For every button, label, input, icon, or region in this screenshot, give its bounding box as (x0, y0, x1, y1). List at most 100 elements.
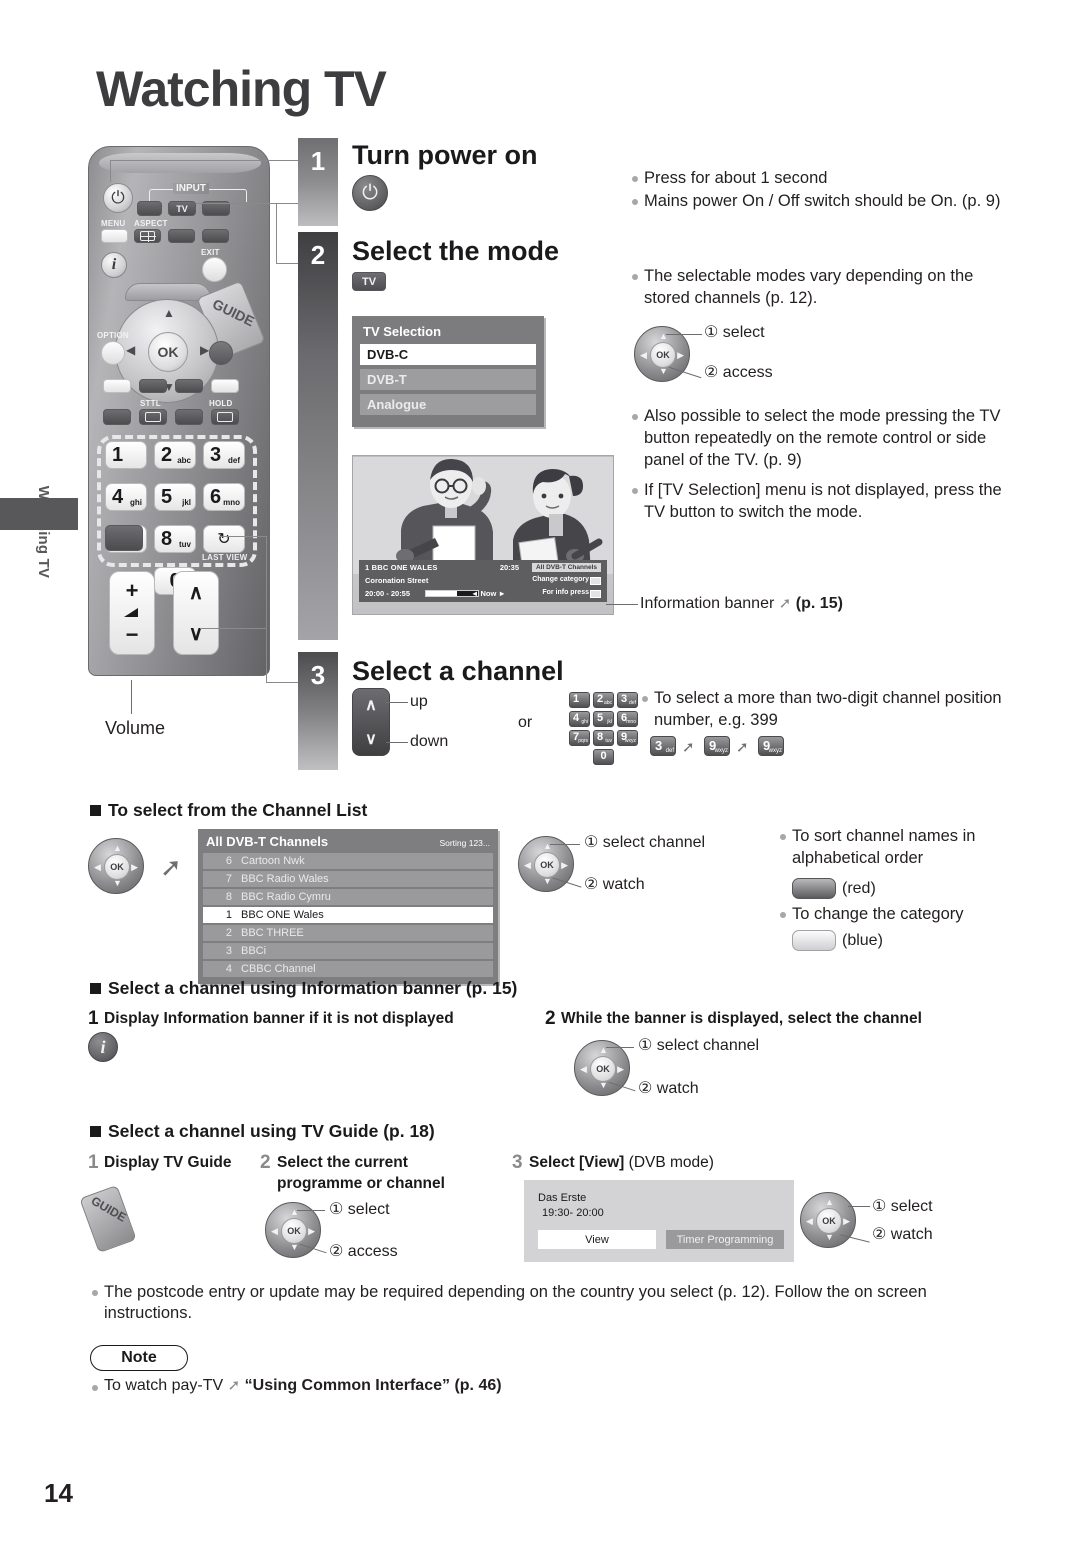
tv-selection-option-dvbt[interactable]: DVB-T (360, 369, 536, 390)
channel-list-tip-0: To sort channel names in alphabetical or… (778, 826, 993, 871)
step-2-bullet-b1: If [TV Selection] menu is not displayed,… (630, 480, 1022, 524)
ok-button[interactable]: OK (148, 332, 188, 372)
ok-button-graphic: OK (534, 852, 560, 878)
remote-button-d3[interactable] (175, 409, 203, 425)
ok-button-graphic: OK (816, 1208, 842, 1234)
numkey-2[interactable]: 2 abc (154, 441, 196, 469)
volume-rocker[interactable]: + − (109, 571, 155, 655)
option-button[interactable] (101, 341, 125, 365)
banner-row-2: Coronation Street Change category (363, 576, 603, 587)
cl-dial-line-select (550, 844, 580, 845)
tv-button[interactable]: TV (168, 201, 196, 216)
channel-row[interactable]: 6 Cartoon Nwk (203, 853, 493, 869)
dpad-up-icon[interactable]: ▲ (163, 306, 175, 320)
tv-guide-section-heading-text: Select a channel using TV Guide (p. 18) (108, 1121, 435, 1141)
info-glyph: i (100, 1036, 106, 1057)
dial-line-select-s2 (666, 334, 702, 335)
channel-row[interactable]: 2 BBC THREE (203, 925, 493, 941)
info-button[interactable]: i (101, 252, 127, 278)
remote-button-d1[interactable] (103, 409, 131, 425)
channel-row[interactable]: 3 BBCi (203, 943, 493, 959)
tv-selection-option-analogue[interactable]: Analogue (360, 394, 536, 415)
step-1-title: Turn power on (352, 140, 538, 170)
tv-guide-section-heading: Select a channel using TV Guide (p. 18) (90, 1121, 435, 1142)
dpad-left-icon: ◀ (94, 862, 101, 872)
colour-button-4[interactable] (211, 379, 239, 393)
info-banner-step-2-number: 2 (545, 1008, 556, 1029)
minikey-9-sub: wxyz (624, 738, 636, 744)
blue-colour-button-label: (blue) (842, 932, 883, 949)
last-view-button[interactable]: ↻ (203, 525, 245, 553)
power-icon-large: ⏻ (352, 175, 388, 211)
postcode-note: The postcode entry or update may be requ… (90, 1282, 990, 1326)
dpad-right-icon: ▶ (617, 1064, 624, 1074)
numkey-1[interactable]: 1 (105, 441, 147, 469)
blue-colour-button[interactable] (792, 930, 836, 951)
tv-mode-chip: TV (352, 272, 386, 291)
dpad-up-icon: ▲ (113, 843, 122, 853)
tv-guide-dial-access: ② access (329, 1243, 398, 1260)
minikey-8-sub: tuv (605, 738, 612, 744)
channel-rocker[interactable]: ∧ ∨ (173, 571, 219, 655)
channel-down-icon[interactable]: ∨ (174, 621, 218, 646)
tv-guide-timer-button[interactable]: Timer Programming (666, 1230, 784, 1249)
colour-button-2[interactable] (139, 379, 167, 393)
dpad-left-icon: ◀ (271, 1226, 278, 1236)
dpad-left-icon[interactable]: ◀ (126, 343, 135, 357)
example-key-3-sub: def (665, 748, 674, 754)
colour-button-3[interactable] (175, 379, 203, 393)
dpad-right-icon[interactable]: ▶ (200, 343, 209, 357)
info-banner-dial-watch: ② watch (638, 1080, 699, 1097)
numkey-4[interactable]: 4 ghi (105, 483, 147, 511)
volume-leader-line (131, 680, 132, 714)
tv-selection-option-dvbc[interactable]: DVB-C (360, 344, 536, 365)
return-button[interactable] (209, 341, 233, 365)
volume-caption: Volume (105, 718, 166, 738)
minikey-7-sub: pqrs (578, 738, 588, 744)
channel-row[interactable]: 4 CBBC Channel (203, 961, 493, 977)
tv-button-label: TV (176, 203, 188, 214)
channel-up-icon[interactable]: ∧ (174, 580, 218, 605)
remote-blank-button[interactable] (105, 525, 143, 551)
red-colour-button[interactable] (792, 878, 836, 899)
dpad-right-icon: ▶ (308, 1226, 315, 1236)
ok-button-graphic: OK (281, 1218, 307, 1244)
example-key-9b: 9 wxyz (758, 736, 784, 756)
channel-down-icon[interactable]: ∨ (353, 729, 389, 749)
colour-button-1[interactable] (103, 379, 131, 393)
tv-screen-illustration: 1 BBC ONE WALES 20:35 All DVB-T Channels… (352, 455, 614, 615)
guide-button-graphic-label: GUIDE (88, 1193, 129, 1225)
dpad-right-icon: ▶ (843, 1216, 850, 1226)
minikey-0-digit: 0 (600, 750, 607, 762)
power-button[interactable]: ⏻ (103, 183, 133, 213)
tv-guide-view-button[interactable]: View (538, 1230, 656, 1249)
minikey-7: 7 pqrs (569, 730, 590, 746)
channel-row[interactable]: 7 BBC Radio Wales (203, 871, 493, 887)
minikey-1: 1 (569, 692, 590, 708)
step-1-bullet-1: Mains power On / Off switch should be On… (630, 191, 1030, 213)
remote-button-r4[interactable] (202, 229, 229, 243)
channel-row-selected[interactable]: 1 BBC ONE Wales (203, 907, 493, 923)
remote-button-r3[interactable] (168, 229, 195, 243)
numkey-5[interactable]: 5 jkl (154, 483, 196, 511)
dpad-up-icon: ▲ (825, 1197, 834, 1207)
numkey-8[interactable]: 8 tuv (154, 525, 196, 553)
channel-number: 2 (225, 927, 232, 939)
volume-down-icon[interactable]: − (110, 622, 154, 648)
aspect-icon (140, 231, 156, 242)
banner-row-1: 1 BBC ONE WALES 20:35 All DVB-T Channels (363, 563, 603, 574)
channel-row[interactable]: 8 BBC Radio Cymru (203, 889, 493, 905)
exit-button[interactable] (202, 257, 227, 282)
page-number: 14 (44, 1478, 73, 1508)
step-2-bullets-a: The selectable modes vary depending on t… (630, 266, 1022, 311)
menu-button[interactable] (101, 229, 128, 243)
numkey-6[interactable]: 6 mno (203, 483, 245, 511)
input-button-1[interactable] (137, 201, 162, 216)
channel-up-icon[interactable]: ∧ (353, 695, 389, 715)
info-button-icon-large: i (88, 1032, 118, 1062)
channel-up-down-rocker-graphic[interactable]: ∧ ∨ (352, 688, 390, 756)
note-pill: Note (90, 1345, 188, 1371)
volume-up-icon[interactable]: + (110, 578, 154, 604)
guide-button-graphic[interactable]: GUIDE (79, 1184, 137, 1254)
numkey-3[interactable]: 3 def (203, 441, 245, 469)
